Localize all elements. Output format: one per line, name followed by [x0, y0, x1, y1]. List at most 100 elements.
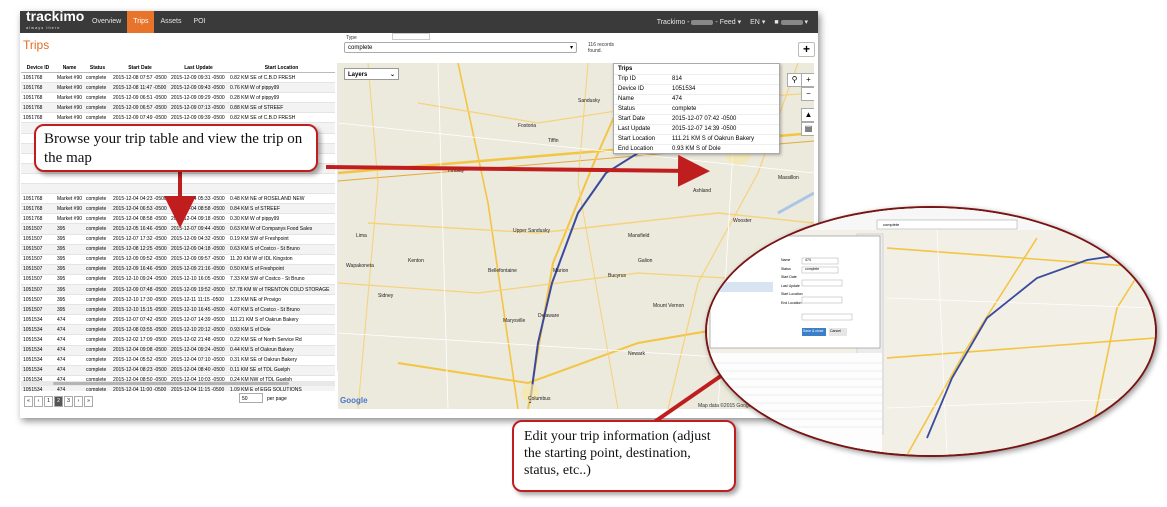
table-row[interactable]: 1051507 395 complete 2015-12-09 16:46 -0500…: [21, 264, 335, 275]
column-header[interactable]: Start Location: [228, 63, 335, 73]
table-row[interactable]: 1051507 395 complete 2015-12-08 12:25 -0500…: [21, 244, 335, 255]
trackimo-logo[interactable]: trackimo always there: [20, 11, 84, 34]
table-cell: 1051507: [21, 274, 55, 285]
table-cell: 2015-12-07 14:39 -0500: [169, 314, 228, 326]
pager-next[interactable]: ›: [74, 396, 83, 407]
pager-first[interactable]: «: [24, 396, 33, 407]
type-input[interactable]: [392, 33, 430, 40]
trip-field-label: Device ID: [618, 86, 645, 92]
pager-page-3[interactable]: 3: [64, 396, 73, 407]
table-cell: 111.21 KM S of Oakrun Bakery: [228, 314, 335, 326]
pager-prev[interactable]: ‹: [34, 396, 43, 407]
table-cell: 1051534: [21, 334, 55, 346]
table-cell: Market #90: [55, 112, 84, 124]
chevron-down-icon: ⌄: [389, 72, 395, 78]
table-row[interactable]: 1051507 395 complete 2015-12-10 17:30 -0500…: [21, 294, 335, 306]
column-header[interactable]: Device ID: [21, 63, 55, 73]
table-cell: [21, 183, 55, 195]
pager-last[interactable]: »: [84, 396, 93, 407]
user-menu[interactable]: ■ ▾: [774, 18, 808, 26]
table-row[interactable]: 1051507 395 complete 2015-12-10 15:15 -0500…: [21, 304, 335, 316]
table-row[interactable]: [21, 173, 335, 185]
table-cell: 1051507: [21, 234, 55, 245]
map-city-label: Tiffin: [548, 138, 559, 144]
map-print-button[interactable]: ▤: [801, 122, 814, 136]
table-cell: 2015-12-11 11:15 -0500: [169, 294, 228, 306]
pager-page-2[interactable]: 2: [54, 396, 63, 407]
table-cell: 0.28 KM W of pippy99: [228, 92, 335, 104]
table-row[interactable]: 1051507 395 complete 2015-12-09 07:48 -0500…: [21, 284, 335, 296]
table-row[interactable]: [21, 183, 335, 195]
table-row[interactable]: 1051534 474 complete 2015-12-04 05:52 -0500…: [21, 355, 335, 366]
table-cell: 2015-12-10 20:12 -0500: [169, 324, 228, 336]
trip-field-value: 111.21 KM S of Oakrun Bakery: [672, 136, 755, 142]
inset-cancel-button[interactable]: Cancel: [830, 329, 841, 333]
table-row[interactable]: 1051768 Market #90 complete 2015-12-04 06:5…: [21, 203, 335, 215]
table-row[interactable]: 1051507 395 complete 2015-12-09 09:52 -0500…: [21, 254, 335, 265]
table-row[interactable]: 1051768 Market #90 complete 2015-12-04 08:5…: [21, 213, 335, 225]
trip-field-label: Start Location: [618, 136, 656, 142]
table-cell: [111, 173, 169, 185]
brand-menu[interactable]: Trackimo - - Feed ▾: [657, 18, 741, 26]
layers-dropdown[interactable]: Layers ⌄: [344, 68, 399, 80]
map-city-label: Mount Vernon: [653, 303, 685, 309]
inset-save-button[interactable]: Save & close: [803, 329, 823, 333]
table-cell: complete: [84, 365, 111, 376]
map-car-button[interactable]: ▲: [801, 108, 814, 122]
add-trip-button[interactable]: +: [798, 42, 815, 57]
table-row[interactable]: 1051768 Market #90 complete 2015-12-09 07:4…: [21, 112, 335, 124]
inset-status-select[interactable]: complete: [883, 222, 899, 227]
table-body: 1051768 Market #90 complete 2015-12-08 07:5…: [21, 72, 335, 391]
nav-assets[interactable]: Assets: [154, 11, 187, 33]
plus-icon: +: [806, 75, 811, 84]
minus-icon: −: [806, 89, 811, 98]
language-menu[interactable]: EN ▾: [750, 18, 765, 26]
table-row[interactable]: 1051768 Market #90 complete 2015-12-09 06:5…: [21, 102, 335, 114]
table-row[interactable]: 1051534 474 complete 2015-12-02 17:09 -0500…: [21, 334, 335, 346]
table-row[interactable]: 1051507 395 complete 2015-12-07 17:32 -0500…: [21, 234, 335, 245]
table-row[interactable]: 1051534 474 complete 2015-12-04 09:08 -0500…: [21, 345, 335, 356]
column-header[interactable]: Last Update: [169, 63, 228, 73]
nav-poi[interactable]: POI: [188, 11, 212, 33]
table-row[interactable]: 1051768 Market #90 complete 2015-12-09 06:5…: [21, 92, 335, 104]
table-cell: 395: [55, 234, 84, 245]
column-header[interactable]: Start Date: [111, 63, 169, 73]
map-zoom-out-button[interactable]: −: [801, 87, 814, 101]
table-row[interactable]: 1051768 Market #90 complete 2015-12-08 07:5…: [21, 72, 335, 84]
table-row[interactable]: 1051534 474 complete 2015-12-04 11:00 -0500…: [21, 385, 335, 391]
table-cell: 1051768: [21, 82, 55, 94]
nav-overview[interactable]: Overview: [86, 11, 127, 33]
table-cell: 0.50 KM S of Freshpoint: [228, 264, 335, 275]
table-row[interactable]: 1051768 Market #90 complete 2015-12-04 04:2…: [21, 193, 335, 205]
map-search-button[interactable]: ⚲: [787, 73, 802, 87]
inset-label: Start Date: [781, 275, 797, 279]
table-row[interactable]: 1051507 395 complete 2015-12-05 16:46 -0500…: [21, 223, 335, 235]
table-cell: 474: [55, 314, 84, 326]
table-cell: 0.84 KM S of STREEF: [228, 203, 335, 215]
table-cell: 1051534: [21, 385, 55, 391]
map-city-label: Sandusky: [578, 98, 600, 104]
inset-label: Start Location: [781, 292, 803, 296]
table-cell: 2015-12-09 07:49 -0500: [111, 112, 169, 124]
table-cell: 1051507: [21, 304, 55, 316]
column-header[interactable]: Status: [84, 63, 111, 73]
table-row[interactable]: 1051534 474 complete 2015-12-08 03:55 -0500…: [21, 324, 335, 336]
scrollbar-thumb[interactable]: [53, 382, 289, 385]
map-city-label: Sidney: [378, 293, 394, 299]
inset-name-value[interactable]: 474: [805, 258, 811, 262]
status-select[interactable]: complete ▾: [344, 42, 577, 53]
table-horizontal-scrollbar[interactable]: [21, 381, 335, 386]
table-cell: 1051768: [21, 203, 55, 215]
table-cell: 1051534: [21, 314, 55, 326]
table-cell: 474: [55, 334, 84, 346]
table-row[interactable]: 1051768 Market #90 complete 2015-12-08 11:4…: [21, 82, 335, 94]
table-row[interactable]: 1051507 395 complete 2015-12-10 09:24 -0500…: [21, 274, 335, 285]
table-row[interactable]: 1051534 474 complete 2015-12-04 08:23 -0500…: [21, 365, 335, 376]
per-page-select[interactable]: 50: [239, 393, 263, 403]
nav-trips[interactable]: Trips: [127, 11, 155, 33]
map-zoom-in-button[interactable]: +: [801, 73, 814, 87]
table-row[interactable]: 1051534 474 complete 2015-12-07 07:42 -0500…: [21, 314, 335, 326]
pager-page-1[interactable]: 1: [44, 396, 53, 407]
column-header[interactable]: Name: [55, 63, 84, 73]
inset-status-value[interactable]: complete: [805, 267, 819, 271]
